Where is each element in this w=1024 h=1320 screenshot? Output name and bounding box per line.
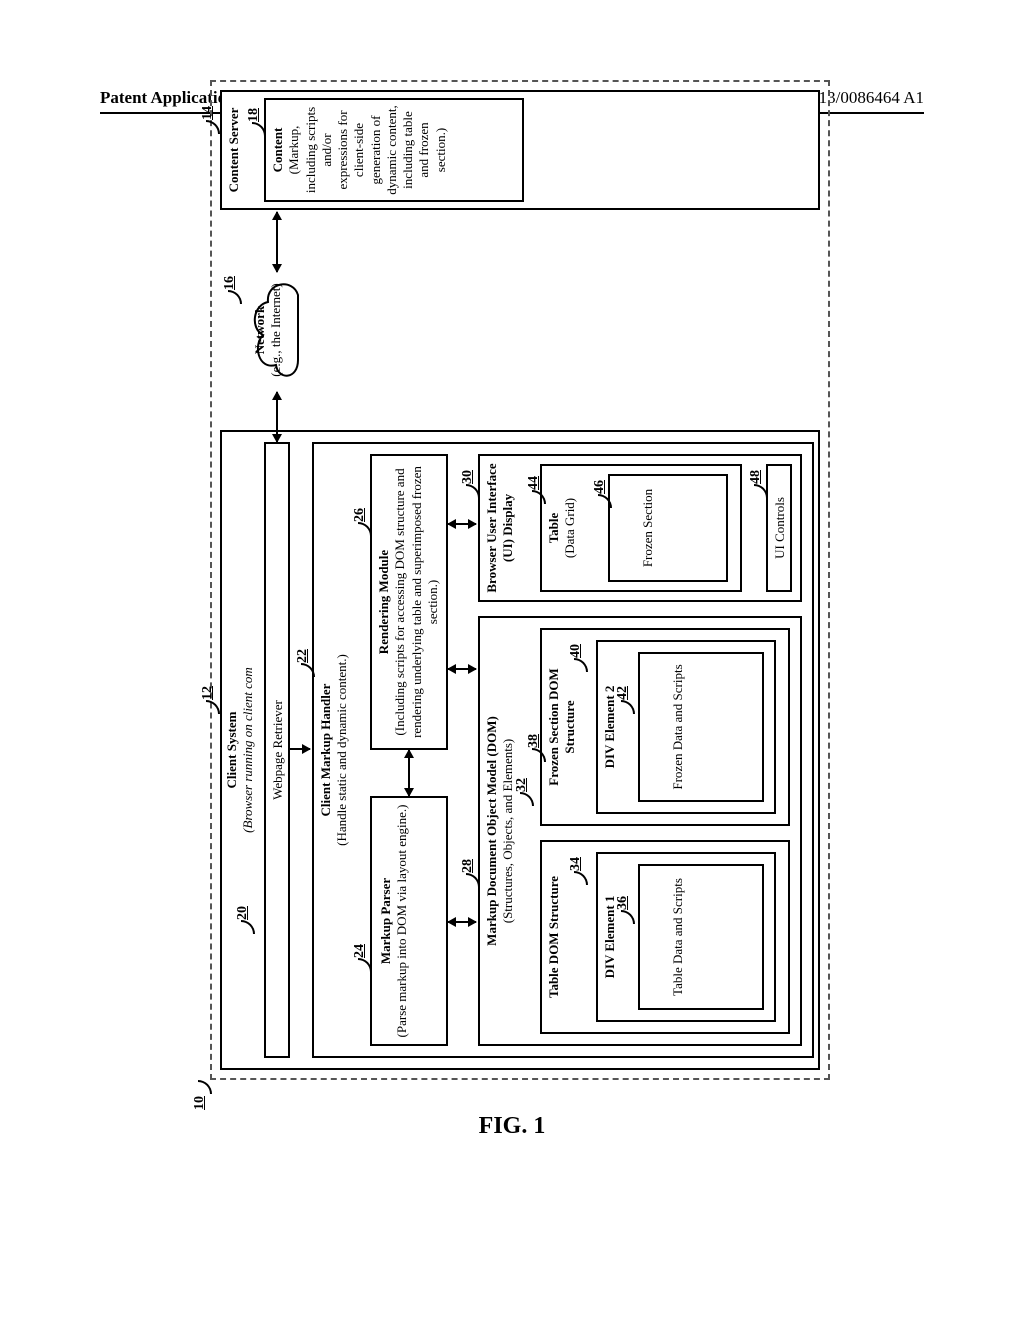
rendering-title: Rendering Module <box>376 460 392 744</box>
arrow-icon <box>276 212 278 272</box>
ref-18: 18 <box>246 108 262 122</box>
webpage-retriever-label: Webpage Retriever <box>270 700 285 800</box>
ref-32: 32 <box>514 778 530 792</box>
ref-20: 20 <box>235 906 251 920</box>
arrow-icon <box>448 668 476 670</box>
ref-30: 30 <box>460 470 476 484</box>
ref-36: 36 <box>615 896 631 910</box>
markup-parser-sub: (Parse markup into DOM via layout engine… <box>394 802 410 1040</box>
ref-34: 34 <box>568 857 584 871</box>
table-data-scripts: Table Data and Scripts <box>638 864 764 1010</box>
ref-14: 14 <box>200 106 216 120</box>
markup-handler-sub: (Handle static and dynamic content.) <box>334 448 350 1052</box>
arrow-icon <box>276 392 278 442</box>
frozen-section-label: Frozen Section <box>640 480 656 576</box>
ref-38: 38 <box>526 734 542 748</box>
ui-controls: UI Controls <box>766 464 792 592</box>
figure-1: 10 Client System (Browser running on cli… <box>125 180 905 980</box>
dom-sub: (Structures, Objects, and Elements) <box>500 622 516 1040</box>
ref-46: 46 <box>592 480 608 494</box>
network-sub: (e.g., the Internet) <box>268 270 284 390</box>
ref-26: 26 <box>352 508 368 522</box>
browser-ui-title: Browser User Interface (UI) Display <box>484 460 517 596</box>
content-title: Content <box>270 104 286 196</box>
ui-table-title: Table <box>546 470 562 586</box>
ref-16: 16 <box>222 276 238 290</box>
div2-sub: Frozen Data and Scripts <box>670 658 686 796</box>
ref-28: 28 <box>460 859 476 873</box>
network-title: Network <box>252 270 268 390</box>
ref-22: 22 <box>295 649 311 663</box>
frozen-data-scripts: Frozen Data and Scripts <box>638 652 764 802</box>
ref-24: 24 <box>352 944 368 958</box>
ref-42: 42 <box>615 686 631 700</box>
arrow-icon <box>290 748 310 750</box>
ref-hook-icon <box>198 1080 212 1094</box>
ref-44: 44 <box>526 476 542 490</box>
div1-sub: Table Data and Scripts <box>670 870 686 1004</box>
div1-title: DIV Element 1 <box>602 858 618 1016</box>
content-box: Content (Markup, including scripts and/o… <box>264 98 524 202</box>
ui-table-sub: (Data Grid) <box>562 470 578 586</box>
webpage-retriever: Webpage Retriever <box>264 442 290 1058</box>
table-dom-title: Table DOM Structure <box>546 846 562 1028</box>
client-system-subtitle: (Browser running on client com <box>240 436 256 1064</box>
ui-controls-label: UI Controls <box>772 497 787 559</box>
markup-handler-title: Client Markup Handler <box>318 448 334 1052</box>
ref-10: 10 <box>192 1096 208 1110</box>
rendering-module: Rendering Module (Including scripts for … <box>370 454 448 750</box>
arrow-icon <box>408 750 410 796</box>
content-server-title: Content Server <box>226 96 242 204</box>
dom-title: Markup Document Object Model (DOM) <box>484 622 500 1040</box>
markup-parser: Markup Parser (Parse markup into DOM via… <box>370 796 448 1046</box>
client-system-title: Client System <box>224 436 240 1064</box>
ref-40: 40 <box>568 644 584 658</box>
content-sub: (Markup, including scripts and/or expres… <box>286 104 449 196</box>
rendering-sub: (Including scripts for accessing DOM str… <box>392 460 441 744</box>
markup-parser-title: Markup Parser <box>378 802 394 1040</box>
ui-frozen-section: Frozen Section <box>608 474 728 582</box>
figure-label: FIG. 1 <box>0 1113 1024 1140</box>
div2-title: DIV Element 2 <box>602 646 618 808</box>
ref-12: 12 <box>200 686 216 700</box>
arrow-icon <box>448 523 476 525</box>
arrow-icon <box>448 921 476 923</box>
network-cloud: Network (e.g., the Internet) <box>238 270 318 390</box>
ref-48: 48 <box>748 470 764 484</box>
